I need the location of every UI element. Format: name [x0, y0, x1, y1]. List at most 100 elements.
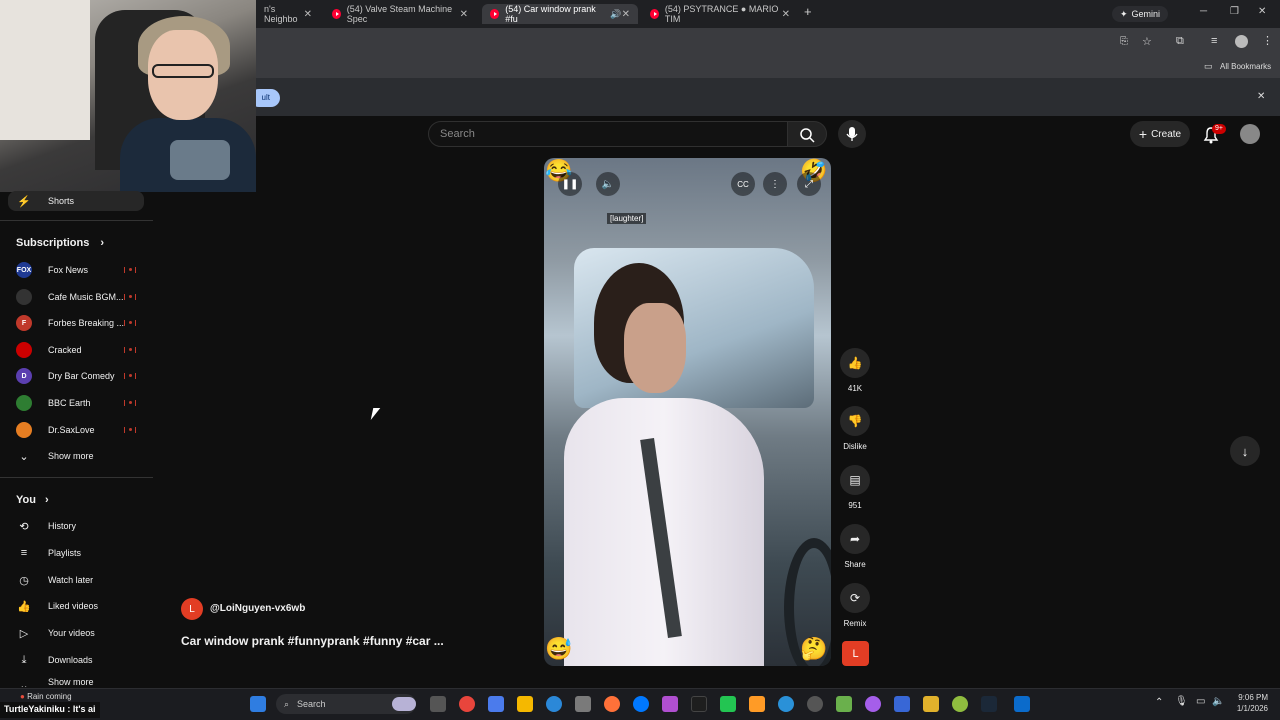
extensions-icon[interactable]: ⧉	[1176, 35, 1184, 48]
sidebar-item-label: Downloads	[48, 655, 93, 665]
sidebar-item-downloads[interactable]: ⤓ Downloads	[16, 650, 93, 670]
dislike-button[interactable]: 👎 Dislike	[840, 406, 870, 451]
chrome-icon[interactable]	[459, 696, 475, 712]
more-options-icon[interactable]: ⋮	[763, 172, 787, 196]
shorts-video-player[interactable]	[544, 158, 831, 666]
weather-widget[interactable]: ● Rain coming	[20, 692, 72, 701]
app-icon[interactable]	[807, 696, 823, 712]
fullscreen-icon[interactable]: ⤢	[797, 172, 821, 196]
closed-captions-icon[interactable]: CC	[731, 172, 755, 196]
minimize-icon[interactable]: ─	[1200, 6, 1207, 17]
channel-avatar[interactable]: L	[181, 598, 203, 620]
sidebar-item-playlists[interactable]: ≡ Playlists	[16, 543, 81, 563]
terminal-icon[interactable]	[691, 696, 707, 712]
sidebar-item-subscription[interactable]: Dr.SaxLove	[16, 420, 95, 440]
bookmark-star-icon[interactable]: ☆	[1142, 35, 1152, 48]
sidebar-item-subscription[interactable]: F Forbes Breaking ...	[16, 313, 124, 333]
chevron-right-icon: ›	[100, 237, 105, 249]
tab-close-icon[interactable]: ✕	[460, 9, 468, 20]
app-icon[interactable]	[662, 696, 678, 712]
app-icon[interactable]	[720, 696, 736, 712]
sidebar-item-shorts[interactable]: ⚡ Shorts	[16, 191, 74, 211]
sidebar-item-watch-later[interactable]: ◷ Watch later	[16, 570, 93, 590]
search-button[interactable]	[787, 121, 827, 147]
profile-avatar[interactable]	[1235, 35, 1248, 48]
firefox-icon[interactable]	[604, 696, 620, 712]
app-icon[interactable]	[836, 696, 852, 712]
store-icon[interactable]	[575, 696, 591, 712]
app-icon[interactable]	[488, 696, 504, 712]
tab-close-icon[interactable]: ✕	[782, 9, 790, 20]
voice-search-button[interactable]	[838, 120, 866, 148]
app-icon[interactable]	[1014, 696, 1030, 712]
messenger-icon[interactable]	[633, 696, 649, 712]
infobar-close-icon[interactable]: ✕	[1257, 91, 1265, 102]
cast-icon[interactable]: ⎘	[1120, 36, 1128, 47]
channel-avatar	[16, 395, 32, 411]
microphone-tray-icon[interactable]: 🎙	[1175, 696, 1188, 707]
file-explorer-icon[interactable]	[517, 696, 533, 712]
search-box[interactable]	[428, 121, 788, 147]
history-icon: ⟲	[19, 520, 29, 533]
search-input[interactable]	[429, 122, 787, 146]
edge-icon[interactable]	[546, 696, 562, 712]
sidebar-item-subscription[interactable]: Cafe Music BGM...	[16, 287, 124, 307]
sparkle-icon: ✦	[1119, 8, 1128, 19]
app-icon[interactable]	[952, 696, 968, 712]
sidebar-item-label: Watch later	[48, 575, 94, 585]
maximize-icon[interactable]: ❐	[1230, 6, 1239, 17]
app-icon[interactable]	[749, 696, 765, 712]
tab-close-icon[interactable]: ✕	[304, 9, 312, 20]
next-short-arrow-down-icon[interactable]: ↓	[1230, 436, 1260, 466]
comments-button[interactable]: ▤ 951	[840, 465, 870, 510]
app-icon[interactable]	[778, 696, 794, 712]
tab-close-icon[interactable]: ✕	[622, 9, 630, 20]
volume-icon[interactable]: 🔈	[596, 172, 620, 196]
sidebar-item-subscription[interactable]: BBC Earth	[16, 393, 91, 413]
system-clock[interactable]: 9:06 PM 1/1/2026	[1237, 692, 1268, 714]
create-button[interactable]: + Create	[1130, 121, 1190, 147]
browser-tab-active[interactable]: (54) Car window prank #fu 🔊 ✕	[482, 4, 638, 24]
remix-button[interactable]: ⟳ Remix	[840, 583, 870, 628]
sidebar-item-subscription[interactable]: FOX Fox News	[16, 260, 88, 280]
app-icon[interactable]	[865, 696, 881, 712]
video-title[interactable]: Car window prank #funnyprank #funny #car…	[181, 634, 444, 648]
channel-handle[interactable]: @LoiNguyen-vx6wb	[210, 603, 305, 614]
windows-start-icon[interactable]	[250, 696, 266, 712]
audio-playing-icon[interactable]: 🔊	[610, 9, 621, 20]
app-icon[interactable]	[923, 696, 939, 712]
thinking-emoji-icon: 🤔	[800, 636, 828, 661]
taskbar-widget-icon[interactable]	[392, 697, 416, 711]
all-bookmarks-link[interactable]: All Bookmarks	[1220, 62, 1271, 71]
sidebar-item-your-videos[interactable]: ▷ Your videos	[16, 623, 95, 643]
volume-tray-icon[interactable]: 🔈	[1212, 696, 1224, 707]
sidebar-show-more[interactable]: ⌄ Show more	[16, 677, 93, 687]
browser-tab[interactable]: (54) Valve Steam Machine Spec ✕	[324, 4, 476, 24]
like-button[interactable]: 👍 41K	[840, 348, 870, 393]
account-avatar[interactable]	[1240, 124, 1260, 144]
browser-menu-icon[interactable]: ⋮	[1262, 34, 1273, 47]
tray-chevron-up-icon[interactable]: ⌃	[1155, 697, 1163, 708]
app-icon[interactable]	[894, 696, 910, 712]
sidebar-item-subscription[interactable]: D Dry Bar Comedy	[16, 366, 115, 386]
task-view-icon[interactable]	[430, 696, 446, 712]
gemini-button[interactable]: ✦ Gemini	[1111, 6, 1168, 22]
media-control-icon[interactable]: ≡	[1211, 35, 1217, 47]
shorts-icon: ⚡	[17, 195, 31, 208]
subscriptions-heading[interactable]: Subscriptions ›	[16, 237, 104, 249]
pause-icon[interactable]: ❚❚	[558, 172, 582, 196]
sidebar-item-subscription[interactable]: Cracked	[16, 340, 82, 360]
steam-icon[interactable]	[981, 696, 997, 712]
new-tab-button[interactable]: +	[804, 4, 812, 19]
browser-tab[interactable]: (54) PSYTRANCE ● MARIO TIM ✕	[642, 4, 798, 24]
close-window-icon[interactable]: ✕	[1258, 6, 1266, 17]
channel-thumbnail[interactable]: L	[842, 641, 869, 666]
share-button[interactable]: ➦ Share	[840, 524, 870, 569]
network-icon[interactable]: ▭	[1196, 696, 1205, 707]
sidebar-item-label: Shorts	[48, 196, 75, 206]
sidebar-item-liked-videos[interactable]: 👍 Liked videos	[16, 596, 98, 616]
you-heading[interactable]: You ›	[16, 494, 49, 506]
sidebar-item-history[interactable]: ⟲ History	[16, 516, 76, 536]
sidebar-show-more[interactable]: ⌄ Show more	[16, 446, 93, 466]
browser-tab[interactable]: n's Neighbo ✕	[256, 4, 320, 24]
